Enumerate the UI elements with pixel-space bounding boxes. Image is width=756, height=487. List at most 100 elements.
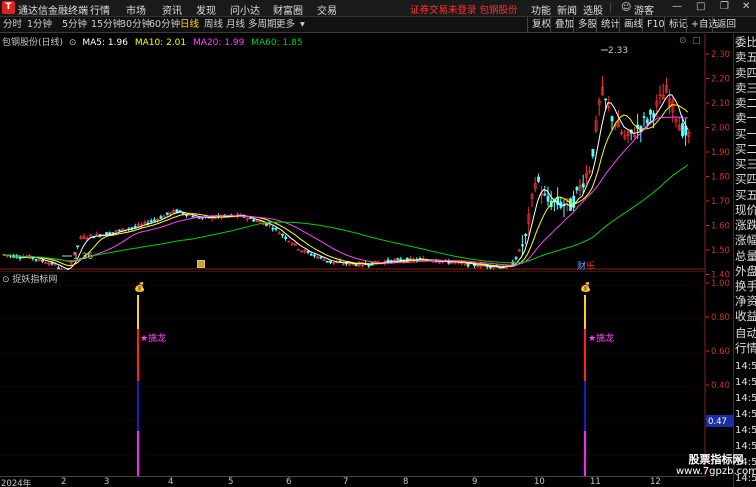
period-daily[interactable]: 日线 bbox=[180, 18, 199, 32]
period-5min[interactable]: 5分钟 bbox=[62, 18, 87, 32]
app-logo-icon: T bbox=[2, 1, 15, 14]
indicator-settings-icon[interactable]: ⊙ bbox=[2, 275, 10, 285]
price-tick-label: 2.00 bbox=[711, 124, 730, 134]
side-panel-item[interactable]: 总量 bbox=[735, 250, 756, 263]
quote-side-panel[interactable]: 委比卖五卖四卖三卖二卖一买一买二买三买四买五现价涨跌涨幅总量外盘换手净资收益自动… bbox=[733, 34, 756, 487]
candle-body bbox=[642, 116, 646, 118]
chart-close-icon[interactable]: ⊙ bbox=[679, 36, 687, 46]
side-panel-item[interactable]: 现价 bbox=[735, 204, 756, 217]
side-panel-item[interactable]: 买三 bbox=[735, 158, 756, 171]
side-panel-item[interactable]: 涨幅 bbox=[735, 234, 756, 247]
close-icon[interactable]: ✕ bbox=[742, 1, 750, 12]
side-panel-item[interactable]: 买二 bbox=[735, 143, 756, 156]
side-panel-item[interactable]: 14:56 bbox=[735, 440, 756, 453]
ma20-value: 1.99 bbox=[224, 38, 245, 48]
period-weekly[interactable]: 周线 bbox=[204, 18, 223, 32]
date-label: 4 bbox=[168, 477, 174, 487]
side-panel-item[interactable]: 14:56 bbox=[735, 408, 756, 421]
side-panel-item[interactable]: 14:56 bbox=[735, 392, 756, 405]
ma10-label: MA10: bbox=[134, 38, 164, 48]
menu-item-discover[interactable]: 发现 bbox=[196, 2, 216, 17]
ma60-label: MA60: bbox=[251, 38, 280, 48]
indicator-canvas[interactable] bbox=[0, 270, 706, 476]
side-panel-item[interactable]: 卖五 bbox=[735, 51, 756, 64]
app-title: 通达信金融终端 bbox=[18, 6, 88, 17]
candle-body bbox=[521, 244, 524, 247]
side-panel-item[interactable]: 卖二 bbox=[735, 97, 756, 110]
menu-item-news2[interactable]: 新闻 bbox=[557, 2, 577, 17]
period-1min[interactable]: 1分钟 bbox=[27, 18, 52, 32]
side-panel-item[interactable]: 卖一 bbox=[735, 112, 756, 125]
user-icon[interactable]: ☺ bbox=[621, 2, 631, 13]
side-panel-item[interactable]: 买一 bbox=[735, 128, 756, 141]
side-panel-item[interactable]: 净资 bbox=[735, 295, 756, 308]
login-notice[interactable]: 证券交易未登录 包钢股份 bbox=[410, 2, 518, 16]
side-panel-item[interactable]: 涨跌 bbox=[735, 219, 756, 232]
side-panel-item[interactable]: 委比 bbox=[735, 36, 756, 49]
ma10-line bbox=[2, 104, 689, 267]
period-intraday[interactable]: 分时 bbox=[3, 18, 22, 32]
side-panel-item[interactable]: 买五 bbox=[735, 189, 756, 202]
signal-bar-2 bbox=[584, 329, 586, 381]
menu-item-wealth[interactable]: 财富圈 bbox=[273, 2, 303, 17]
side-panel-item[interactable]: 收益 bbox=[735, 310, 756, 323]
btn-back[interactable]: 返回 bbox=[712, 17, 740, 33]
signal-bar-2 bbox=[584, 295, 586, 329]
kline-chart-canvas[interactable] bbox=[0, 34, 706, 274]
indicator-chart[interactable]: ⊙ 捉妖指标网 ★擒龙 ★擒龙 💰 💰 bbox=[0, 270, 706, 476]
side-panel-item[interactable]: 买四 bbox=[735, 173, 756, 186]
menu-item-news[interactable]: 资讯 bbox=[162, 2, 182, 17]
side-panel-item[interactable]: 行情 bbox=[735, 342, 756, 355]
restore-icon[interactable]: ❐ bbox=[720, 1, 729, 12]
settings-icon[interactable]: ⊙ bbox=[69, 38, 77, 48]
candle-body bbox=[111, 232, 115, 234]
menu-item-stock-pick[interactable]: 选股 bbox=[583, 2, 603, 17]
date-label: 7 bbox=[343, 477, 349, 487]
menu-item-market-quotes[interactable]: 行情 bbox=[90, 2, 110, 17]
chevron-down-icon[interactable]: ▾ bbox=[300, 18, 305, 32]
candle-body bbox=[281, 234, 284, 236]
side-panel-item[interactable]: 卖四 bbox=[735, 67, 756, 80]
side-panel-item[interactable]: 14:56 bbox=[735, 424, 756, 437]
menu-item-ask[interactable]: 问小达 bbox=[230, 2, 260, 17]
ma5-value: 1.96 bbox=[107, 38, 128, 48]
period-multi[interactable]: 多周期 bbox=[248, 18, 277, 32]
user-guest-label[interactable]: 游客 bbox=[634, 2, 654, 17]
chart-square-icon[interactable]: □ bbox=[692, 36, 701, 46]
side-panel-item[interactable]: 卖三 bbox=[735, 82, 756, 95]
period-more[interactable]: 更多 bbox=[276, 18, 295, 32]
price-tick-label: 2.20 bbox=[711, 75, 730, 85]
side-panel-item[interactable]: 自动 bbox=[735, 327, 756, 340]
side-panel-item[interactable]: 外盘 bbox=[735, 265, 756, 278]
menu-item-market[interactable]: 市场 bbox=[126, 2, 146, 17]
candle-body bbox=[153, 219, 156, 222]
candle-body bbox=[546, 195, 550, 202]
period-monthly[interactable]: 月线 bbox=[226, 18, 245, 32]
ma5-label: MA5: bbox=[82, 38, 106, 48]
date-label: 6 bbox=[286, 477, 292, 487]
candle-body bbox=[57, 267, 60, 270]
minimize-icon[interactable]: — bbox=[672, 1, 682, 12]
date-label: 3 bbox=[104, 477, 110, 487]
kline-chart[interactable]: 包钢股份(日线) ⊙ MA5: 1.96 MA10: 2.01 MA20: 1.… bbox=[0, 34, 706, 274]
date-label: 12 bbox=[650, 477, 661, 487]
ma60-line bbox=[2, 164, 689, 264]
date-label: 8 bbox=[403, 477, 409, 487]
side-panel-item[interactable]: 14:56 bbox=[735, 360, 756, 373]
candle-body bbox=[181, 212, 185, 215]
side-panel-item[interactable]: 14:56 bbox=[735, 376, 756, 389]
period-60min[interactable]: 60分钟 bbox=[149, 18, 180, 32]
price-tick-label: 1.80 bbox=[711, 173, 730, 183]
candle-body bbox=[309, 253, 313, 256]
side-panel-item[interactable]: 换手 bbox=[735, 280, 756, 293]
signal-bag-icon-2: 💰 bbox=[580, 283, 592, 293]
info-mine-icon[interactable] bbox=[197, 260, 205, 268]
menu-item-function[interactable]: 功能 bbox=[531, 2, 551, 17]
period-15min[interactable]: 15分钟 bbox=[91, 18, 122, 32]
candle-body bbox=[354, 264, 358, 267]
maximize-icon[interactable]: □ bbox=[696, 1, 705, 12]
menu-item-trade[interactable]: 交易 bbox=[317, 2, 337, 17]
date-label: 11 bbox=[590, 477, 601, 487]
candle-body bbox=[649, 109, 652, 115]
period-30min[interactable]: 30分钟 bbox=[120, 18, 151, 32]
